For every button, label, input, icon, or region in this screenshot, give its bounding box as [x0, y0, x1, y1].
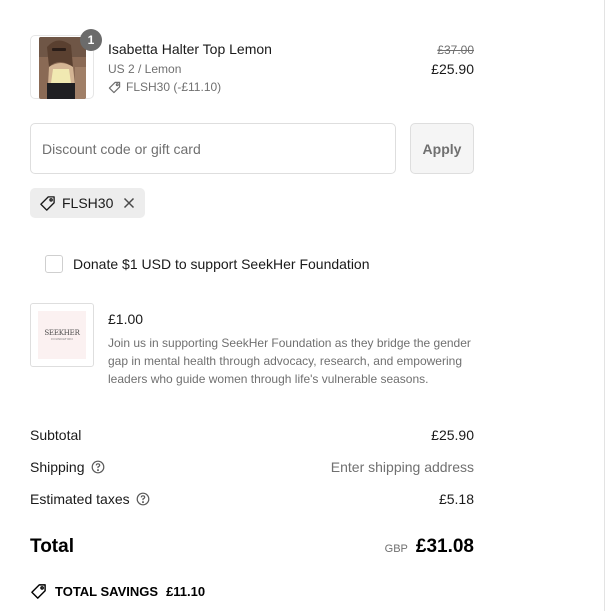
donation-price: £1.00 — [108, 311, 144, 327]
discount-code-input[interactable] — [30, 123, 396, 174]
close-icon[interactable] — [123, 197, 135, 209]
product-discount: FLSH30 (-£11.10) — [108, 80, 221, 94]
total-label: Total — [30, 536, 74, 557]
donation-option[interactable]: Donate $1 USD to support SeekHer Foundat… — [45, 255, 370, 273]
applied-discount-chip: FLSH30 — [30, 188, 146, 218]
tag-icon — [39, 195, 56, 212]
shipping-value: Enter shipping address — [330, 459, 474, 475]
donation-checkbox[interactable] — [45, 255, 63, 273]
charity-logo: SEEKHER FOUNDATION — [38, 311, 86, 359]
taxes-label: Estimated taxes — [30, 491, 130, 507]
total-savings: TOTAL SAVINGS £11.10 — [30, 583, 205, 600]
charity-logo-text: SEEKHER — [44, 328, 80, 337]
shipping-row: Shipping Enter shipping address — [30, 459, 474, 475]
currency-code: GBP — [384, 543, 408, 555]
taxes-row: Estimated taxes £5.18 — [30, 491, 474, 507]
price-tag-icon — [30, 583, 47, 600]
help-circle-icon[interactable] — [136, 492, 150, 506]
product-variant: US 2 / Lemon — [108, 62, 182, 76]
donation-card: SEEKHER FOUNDATION £1.00 Join us in supp… — [30, 303, 474, 413]
quantity-badge: 1 — [80, 29, 102, 51]
original-price: £37.00 — [437, 43, 474, 57]
help-circle-icon[interactable] — [91, 460, 105, 474]
donation-checkbox-label: Donate $1 USD to support SeekHer Foundat… — [73, 256, 370, 272]
product-discount-label: FLSH30 (-£11.10) — [126, 80, 222, 94]
savings-label: TOTAL SAVINGS — [55, 584, 159, 599]
product-thumbnail: 1 — [30, 29, 102, 99]
charity-thumbnail: SEEKHER FOUNDATION — [30, 303, 94, 367]
tag-icon — [108, 81, 121, 94]
savings-value: £11.10 — [166, 584, 206, 599]
subtotal-label: Subtotal — [30, 427, 82, 443]
total-row: Total GBP £31.08 — [30, 535, 474, 559]
charity-logo-subtext: FOUNDATION — [51, 336, 73, 341]
product-title: Isabetta Halter Top Lemon — [108, 41, 272, 57]
donation-description: Join us in supporting SeekHer Foundation… — [108, 336, 471, 386]
line-item: 1 Isabetta Halter Top Lemon US 2 / Lemon… — [30, 29, 474, 99]
subtotal-row: Subtotal £25.90 — [30, 427, 474, 443]
discounted-price: £25.90 — [431, 61, 474, 77]
applied-code-label: FLSH30 — [62, 195, 114, 211]
apply-button[interactable]: Apply — [410, 123, 474, 174]
taxes-value: £5.18 — [438, 491, 474, 507]
subtotal-value: £25.90 — [431, 427, 474, 443]
product-image — [39, 37, 86, 99]
total-value: £31.08 — [415, 536, 474, 557]
shipping-label: Shipping — [30, 459, 85, 475]
